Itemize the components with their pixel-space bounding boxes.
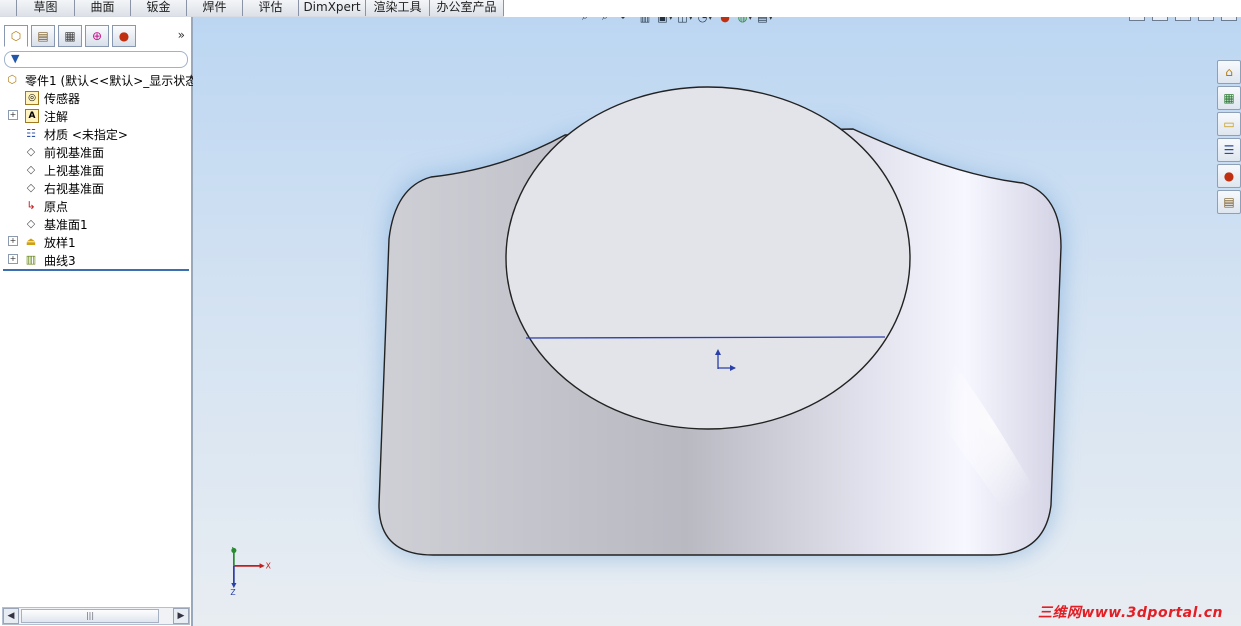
tile-left-icon[interactable]: ◧ bbox=[1129, 17, 1145, 21]
graphics-viewport[interactable]: ⌕ ⌕ ↶ ▥ ▣ ◫ ◔ ● ◍ ▤ ◧ ◨ – ❐ ✕ ⌂ ▦ ▭ ☰ ● … bbox=[193, 17, 1241, 626]
tree-item-annotations[interactable]: + A 注解 bbox=[0, 106, 191, 124]
feature-manager-icon: ⬡ bbox=[10, 29, 22, 43]
tree-filter-input[interactable]: ▼ bbox=[4, 51, 188, 68]
configuration-manager-tab[interactable]: ▦ bbox=[58, 25, 82, 47]
apply-scene-icon[interactable]: ◍ bbox=[737, 17, 753, 25]
tree-item-label: 右视基准面 bbox=[44, 182, 105, 196]
tab-evaluate[interactable]: 评估 bbox=[243, 0, 299, 16]
command-manager-tabs: 草图 曲面 钣金 焊件 评估 DimXpert 渲染工具 办公室产品 bbox=[0, 0, 504, 18]
hide-show-items-icon[interactable]: ◔ bbox=[697, 17, 713, 25]
display-manager-icon: ● bbox=[118, 29, 130, 43]
plane-icon: ◇ bbox=[26, 216, 36, 230]
feature-manager-tab[interactable]: ⬡ bbox=[4, 25, 28, 47]
tree-item-label: 基准面1 bbox=[44, 218, 88, 232]
triad-y-label: Y bbox=[229, 547, 235, 552]
panel-tabs: ⬡ ▤ ▦ ⊕ ● » bbox=[0, 23, 191, 47]
curve-icon: ▥ bbox=[25, 252, 37, 266]
expand-toggle[interactable]: + bbox=[8, 236, 18, 246]
expand-toggle[interactable]: + bbox=[8, 110, 18, 120]
view-orientation-icon[interactable]: ▣ bbox=[657, 17, 673, 25]
file-explorer-icon[interactable]: ▭ bbox=[1217, 112, 1241, 136]
zoom-to-area-icon[interactable]: ⌕ bbox=[597, 17, 613, 25]
tree-item-material[interactable]: ☷ 材质 <未指定> bbox=[0, 124, 191, 143]
model-view bbox=[378, 86, 1063, 557]
loft-icon: ⏏ bbox=[25, 234, 37, 248]
tab-office-products[interactable]: 办公室产品 bbox=[430, 0, 504, 16]
custom-properties-icon[interactable]: ▤ bbox=[1217, 190, 1241, 214]
scroll-right-button[interactable]: ▶ bbox=[173, 608, 189, 624]
view-settings-icon[interactable]: ▤ bbox=[757, 17, 773, 25]
tree-item-right-plane[interactable]: ◇ 右视基准面 bbox=[0, 178, 191, 197]
view-palette-icon[interactable]: ☰ bbox=[1217, 138, 1241, 162]
tree-item-top-plane[interactable]: ◇ 上视基准面 bbox=[0, 160, 191, 179]
reference-triad: X Y Z bbox=[229, 547, 272, 597]
display-style-icon[interactable]: ◫ bbox=[677, 17, 693, 25]
tab-sheet-metal[interactable]: 钣金 bbox=[131, 0, 187, 16]
tree-item-front-plane[interactable]: ◇ 前视基准面 bbox=[0, 142, 191, 161]
triad-x-label: X bbox=[266, 561, 272, 570]
tree-item-loft1[interactable]: + ⏏ 放样1 bbox=[0, 232, 191, 250]
tile-right-icon[interactable]: ◨ bbox=[1152, 17, 1168, 21]
plane-icon: ◇ bbox=[26, 162, 36, 176]
plane-icon: ◇ bbox=[26, 180, 36, 194]
watermark: 三维网www.3dportal.cn bbox=[1037, 605, 1223, 621]
tab-left-stub[interactable] bbox=[0, 0, 17, 16]
filter-icon: ▼ bbox=[11, 52, 20, 65]
part-icon: ⬡ bbox=[7, 72, 17, 86]
annotation-icon: A bbox=[25, 109, 39, 123]
top-circle-face bbox=[505, 86, 911, 430]
tree-item-plane1[interactable]: ◇ 基准面1 bbox=[0, 214, 191, 233]
task-pane-tabs: ⌂ ▦ ▭ ☰ ● ▤ bbox=[1217, 60, 1241, 214]
material-icon: ☷ bbox=[26, 126, 36, 140]
panel-expand-button[interactable]: » bbox=[178, 28, 185, 42]
restore-icon[interactable]: ❐ bbox=[1198, 17, 1214, 21]
origin-icon: ↳ bbox=[26, 198, 36, 212]
scroll-left-button[interactable]: ◀ bbox=[3, 608, 19, 624]
tree-item-origin[interactable]: ↳ 原点 bbox=[0, 196, 191, 215]
tree-item-sensors[interactable]: ◎ 传感器 bbox=[0, 88, 191, 106]
tree-item-label: 前视基准面 bbox=[44, 146, 105, 160]
tree-root-part[interactable]: ⬡ 零件1 (默认<<默认>_显示状态 bbox=[0, 70, 197, 89]
panel-horizontal-scrollbar[interactable]: ◀ ||| ▶ bbox=[2, 607, 190, 625]
zoom-to-fit-icon[interactable]: ⌕ bbox=[577, 17, 593, 25]
home-icon[interactable]: ⌂ bbox=[1217, 60, 1241, 84]
minimize-icon[interactable]: – bbox=[1175, 17, 1191, 21]
tree-item-label: 放样1 bbox=[44, 236, 76, 250]
edit-appearance-icon[interactable]: ● bbox=[717, 17, 733, 25]
document-window-controls: ◧ ◨ – ❐ ✕ bbox=[1129, 17, 1237, 21]
dimxpert-manager-tab[interactable]: ⊕ bbox=[85, 25, 109, 47]
tree-item-label: 注解 bbox=[44, 110, 69, 124]
tree-item-label: 材质 <未指定> bbox=[44, 128, 128, 142]
dimxpert-icon: ⊕ bbox=[91, 29, 103, 43]
tab-sketch[interactable]: 草图 bbox=[17, 0, 75, 16]
tab-dimxpert[interactable]: DimXpert bbox=[299, 0, 366, 16]
sensor-icon: ◎ bbox=[25, 91, 39, 105]
plane-icon: ◇ bbox=[26, 144, 36, 158]
section-view-icon[interactable]: ▥ bbox=[637, 17, 653, 25]
close-icon[interactable]: ✕ bbox=[1221, 17, 1237, 21]
tree-item-label: 传感器 bbox=[44, 92, 81, 106]
display-manager-tab[interactable]: ● bbox=[112, 25, 136, 47]
tree-item-curve3[interactable]: + ▥ 曲线3 bbox=[0, 250, 191, 268]
rollback-bar[interactable] bbox=[3, 269, 189, 271]
configuration-manager-icon: ▦ bbox=[64, 29, 76, 43]
tab-weldments[interactable]: 焊件 bbox=[187, 0, 243, 16]
appearances-icon[interactable]: ● bbox=[1217, 164, 1241, 188]
tab-render-tools[interactable]: 渲染工具 bbox=[366, 0, 430, 16]
tree-root-label: 零件1 (默认<<默认>_显示状态 bbox=[25, 74, 198, 88]
tree-item-label: 曲线3 bbox=[44, 254, 76, 268]
design-library-icon[interactable]: ▦ bbox=[1217, 86, 1241, 110]
tree-item-label: 原点 bbox=[44, 200, 69, 214]
property-manager-tab[interactable]: ▤ bbox=[31, 25, 55, 47]
triad-z-label: Z bbox=[230, 588, 235, 597]
feature-manager-panel: ⬡ ▤ ▦ ⊕ ● » ▼ ⬡ 零件1 (默认<<默认>_显示状态 ◎ 传感器 … bbox=[0, 17, 197, 626]
expand-toggle[interactable]: + bbox=[8, 254, 18, 264]
tab-surfaces[interactable]: 曲面 bbox=[75, 0, 131, 16]
heads-up-view-toolbar: ⌕ ⌕ ↶ ▥ ▣ ◫ ◔ ● ◍ ▤ bbox=[577, 17, 773, 27]
previous-view-icon[interactable]: ↶ bbox=[617, 17, 633, 25]
property-manager-icon: ▤ bbox=[37, 29, 49, 43]
scroll-thumb[interactable]: ||| bbox=[21, 609, 159, 623]
tree-item-label: 上视基准面 bbox=[44, 164, 105, 178]
